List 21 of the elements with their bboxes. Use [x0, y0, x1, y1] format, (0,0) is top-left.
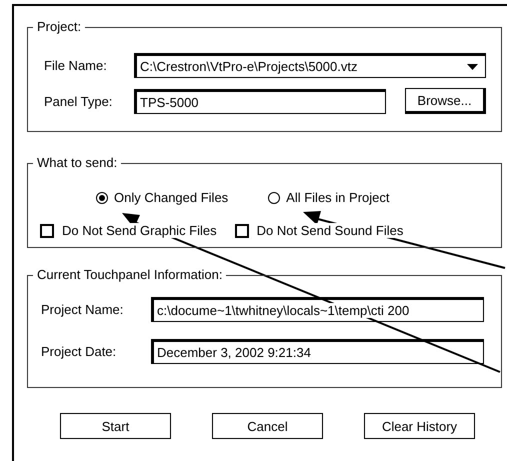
radio-button[interactable] — [96, 192, 108, 204]
field-label: Project Date: — [41, 344, 118, 359]
checkbox-label[interactable]: Do Not Send Sound Files — [256, 223, 404, 238]
checkbox[interactable] — [40, 224, 54, 238]
field-label: File Name: — [44, 58, 108, 73]
text-field[interactable]: December 3, 2002 9:21:34 — [151, 339, 484, 364]
dialog-button[interactable]: Clear History — [364, 413, 475, 439]
radio-label[interactable]: All Files in Project — [286, 190, 390, 205]
radio-label[interactable]: Only Changed Files — [114, 190, 228, 205]
field-label: Project Name: — [41, 302, 124, 317]
dialog-button[interactable]: Cancel — [212, 413, 323, 439]
browse-button[interactable]: Browse... — [405, 88, 486, 114]
dialog-button[interactable]: Start — [60, 413, 171, 439]
checkbox-label[interactable]: Do Not Send Graphic Files — [62, 223, 217, 238]
field-label: Panel Type: — [44, 94, 114, 108]
dropdown-field[interactable]: C:\Crestron\VtPro-e\Projects\5000.vtz — [134, 53, 486, 78]
text-field[interactable]: c:\docume~1\twhitney\locals~1\temp\cti 200 — [151, 297, 484, 322]
dropdown-arrow-icon[interactable] — [467, 64, 478, 70]
checkbox[interactable] — [234, 224, 249, 238]
radio-button[interactable] — [268, 192, 280, 204]
text-field[interactable]: TPS-5000 — [134, 88, 386, 114]
